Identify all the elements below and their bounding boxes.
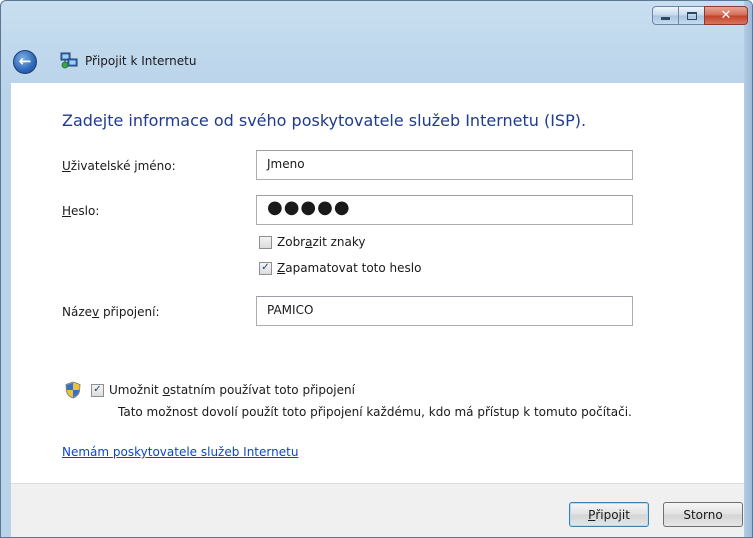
allow-others-checkbox[interactable]: ✓ Umožnit ostatním používat toto připoje… [65, 381, 355, 399]
maximize-icon [686, 11, 697, 20]
uac-shield-icon [65, 381, 81, 399]
password-label: Heslo: [62, 204, 100, 218]
back-button[interactable]: ← [13, 50, 37, 74]
window-frame-right [744, 1, 752, 537]
show-characters-label: Zobrazit znaky [277, 235, 366, 249]
username-input[interactable]: Jmeno [256, 150, 633, 180]
connect-window: ✕ ← Připojit k Internetu Zadejte informa… [0, 0, 753, 538]
minimize-button[interactable] [652, 6, 679, 25]
allow-others-description: Tato možnost dovolí použít toto připojen… [118, 405, 632, 419]
remember-password-label: Zapamatovat toto heslo [277, 261, 422, 275]
connection-name-value: PAMICO [267, 303, 314, 317]
back-arrow-icon: ← [18, 52, 32, 70]
close-button[interactable]: ✕ [704, 6, 748, 25]
no-isp-link[interactable]: Nemám poskytovatele služeb Internetu [62, 445, 298, 459]
connect-button[interactable]: Připojit [569, 502, 649, 527]
allow-others-box[interactable]: ✓ [91, 383, 104, 397]
remember-password-box[interactable]: ✓ [259, 261, 272, 275]
remember-password-checkbox[interactable]: ✓ Zapamatovat toto heslo [259, 261, 421, 275]
close-icon: ✕ [720, 8, 732, 23]
page-heading: Zadejte informace od svého poskytovatele… [62, 111, 587, 130]
password-value: ●●●●● [267, 197, 351, 218]
button-bar: Připojit Storno [11, 483, 744, 537]
connection-name-input[interactable]: PAMICO [256, 296, 633, 326]
caption-buttons: ✕ [652, 6, 748, 25]
window-title: Připojit k Internetu [85, 54, 197, 68]
connection-name-label: Název připojení: [62, 305, 160, 319]
username-value: Jmeno [267, 157, 305, 171]
show-characters-box[interactable] [259, 235, 272, 249]
content-area: Zadejte informace od svého poskytovatele… [11, 83, 744, 483]
username-label: Uživatelské jméno: [62, 159, 176, 173]
show-characters-checkbox[interactable]: Zobrazit znaky [259, 235, 366, 249]
title-bar: ✕ ← Připojit k Internetu [1, 1, 752, 81]
cancel-button[interactable]: Storno [663, 502, 743, 527]
minimize-icon [661, 17, 670, 20]
password-input[interactable]: ●●●●● [256, 195, 633, 225]
maximize-button[interactable] [678, 6, 705, 25]
network-connection-icon [60, 52, 78, 69]
allow-others-label: Umožnit ostatním používat toto připojení [109, 383, 355, 397]
